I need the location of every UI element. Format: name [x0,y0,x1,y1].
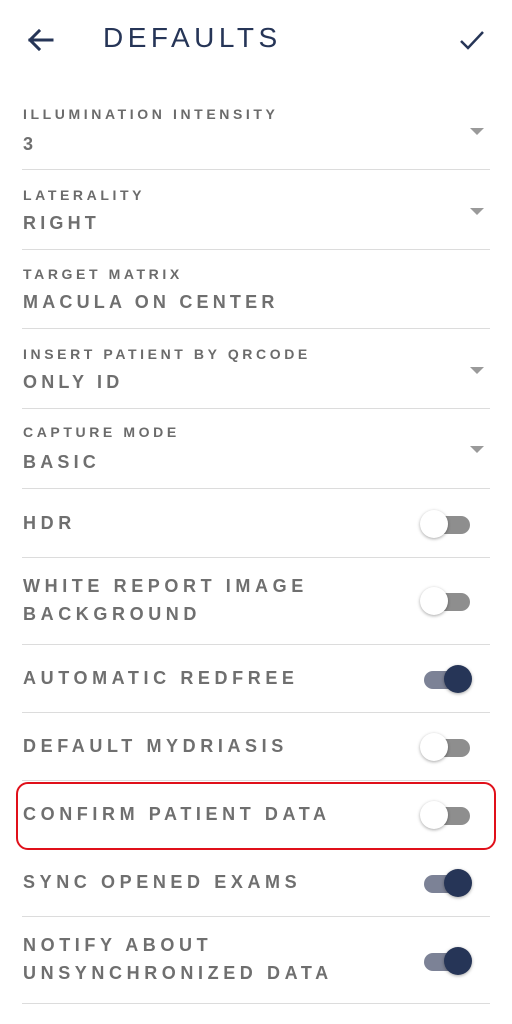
toggle-label-line-2: UNSYNCHRONIZED DATA [23,963,333,983]
field-laterality[interactable]: LATERALITY RIGHT [22,170,490,250]
field-value: 3 [23,134,38,154]
white-report-image-background-toggle[interactable] [420,587,472,615]
field-label: TARGET MATRIX [23,266,183,282]
confirm-button[interactable] [454,22,490,58]
toggle-thumb [420,801,448,829]
field-target-matrix[interactable]: TARGET MATRIX MACULA ON CENTER [22,250,490,329]
field-label: INSERT PATIENT BY QRCODE [23,346,311,362]
dropdown-arrow-icon[interactable] [470,367,484,374]
toggle-label: CONFIRM PATIENT DATA [23,804,331,824]
field-value: MACULA ON CENTER [23,292,279,312]
toggle-label-line-2: BACKGROUND [23,604,201,624]
field-value: RIGHT [23,213,100,233]
dropdown-arrow-icon[interactable] [470,128,484,135]
check-icon [460,31,484,50]
page-title: DEFAULTS [103,22,282,53]
field-value: ONLY ID [23,372,124,392]
toggle-thumb [444,869,472,897]
toggle-label-line-1: NOTIFY ABOUT [23,935,213,955]
field-capture-mode[interactable]: CAPTURE MODE BASIC [22,409,490,489]
toggle-label: DEFAULT MYDRIASIS [23,736,288,756]
toggle-row-white-report-image-background: WHITE REPORT IMAGE BACKGROUND [22,558,490,645]
back-button[interactable] [22,22,58,58]
field-label: LATERALITY [23,187,146,203]
dropdown-arrow-icon[interactable] [470,208,484,215]
toggle-label: AUTOMATIC REDFREE [23,668,299,688]
field-insert-patient-by-qrcode[interactable]: INSERT PATIENT BY QRCODE ONLY ID [22,329,490,409]
toggle-thumb [444,665,472,693]
toggle-thumb [444,947,472,975]
toggle-row-default-mydriasis: DEFAULT MYDRIASIS [22,713,490,781]
field-label: ILLUMINATION INTENSITY [23,106,279,122]
automatic-redfree-toggle[interactable] [420,665,472,693]
toggle-row-hdr: HDR [22,489,490,558]
toggle-row-automatic-redfree: AUTOMATIC REDFREE [22,645,490,713]
toggle-row-confirm-patient-data: CONFIRM PATIENT DATA [22,781,490,849]
toggle-row-notify-about-unsynchronized-data: NOTIFY ABOUT UNSYNCHRONIZED DATA [22,917,490,1004]
notify-about-unsynchronized-data-toggle[interactable] [420,947,472,975]
field-label: CAPTURE MODE [23,424,180,440]
toggle-row-sync-opened-exams: SYNC OPENED EXAMS [22,849,490,917]
app-header: DEFAULTS [0,0,512,82]
field-illumination-intensity[interactable]: ILLUMINATION INTENSITY 3 [22,90,490,170]
dropdown-arrow-icon[interactable] [470,446,484,453]
confirm-patient-data-toggle[interactable] [420,801,472,829]
toggle-thumb [420,733,448,761]
toggle-thumb [420,510,448,538]
toggle-label-line-1: WHITE REPORT IMAGE [23,576,308,596]
arrow-left-icon [27,28,54,52]
field-value: BASIC [23,452,101,472]
default-mydriasis-toggle[interactable] [420,733,472,761]
toggle-label: HDR [23,513,76,533]
hdr-toggle[interactable] [420,510,472,538]
sync-opened-exams-toggle[interactable] [420,869,472,897]
toggle-label: SYNC OPENED EXAMS [23,872,302,892]
toggle-thumb [420,587,448,615]
